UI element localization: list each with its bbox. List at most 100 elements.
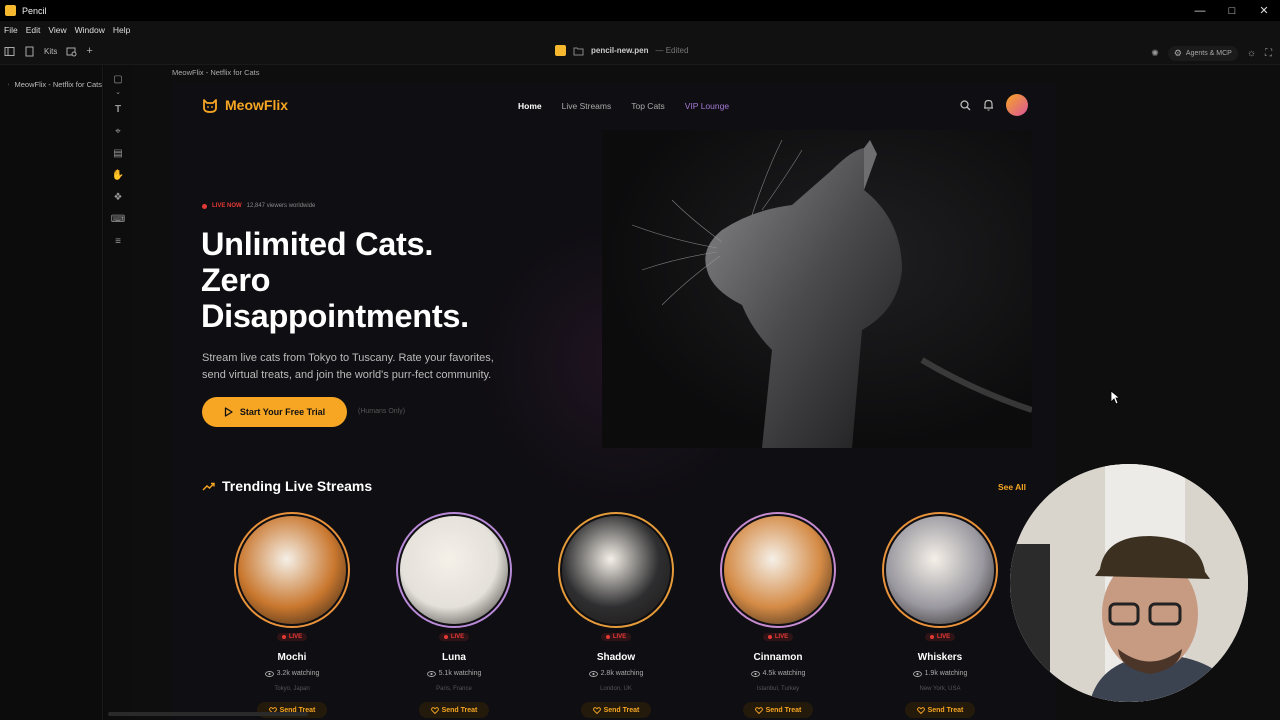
trending-header: Trending Live Streams: [202, 478, 372, 494]
live-badge: LIVE: [880, 633, 1000, 641]
chevron-down-icon[interactable]: ⌄: [112, 86, 124, 98]
sparkle-icon[interactable]: ✺: [1151, 48, 1159, 59]
user-avatar[interactable]: [1006, 94, 1028, 116]
add-icon[interactable]: +: [86, 45, 92, 57]
watching-label: 2.8k watching: [600, 670, 644, 677]
cta-note: (Humans Only): [358, 408, 406, 415]
stream-card[interactable]: LIVE Whiskers 1.9k watching New York, USA Se…: [880, 512, 1000, 720]
meowflix-frame[interactable]: MeowFlix Home Live Streams Top Cats VIP …: [172, 82, 1056, 720]
text-tool-icon[interactable]: T: [112, 103, 124, 115]
horizontal-scrollbar[interactable]: [108, 712, 308, 716]
viewer-count: 12,847 viewers worldwide: [246, 203, 316, 209]
cat-photo-ring[interactable]: [234, 512, 350, 628]
watching-label: 3.2k watching: [276, 670, 320, 677]
window-controls: — □ ✕: [1184, 0, 1280, 21]
cat-photo: [560, 514, 672, 626]
cat-logo-icon: [203, 98, 217, 113]
component-tool-icon[interactable]: ❖: [112, 191, 124, 203]
cat-photo-ring[interactable]: [882, 512, 998, 628]
bell-icon[interactable]: [983, 99, 994, 111]
agents-button[interactable]: ⚙ Agents & MCP: [1167, 46, 1238, 61]
frame-tool-icon[interactable]: ⌖: [112, 125, 124, 137]
heart-icon: [592, 706, 601, 714]
pages-icon[interactable]: [24, 46, 35, 57]
file-name: pencil-new.pen: [591, 46, 649, 55]
logo-text: MeowFlix: [225, 97, 289, 113]
cat-photo-ring[interactable]: [720, 512, 836, 628]
close-icon[interactable]: ✕: [1248, 0, 1280, 21]
folder-icon[interactable]: [573, 46, 584, 56]
webcam-overlay: [1010, 464, 1248, 702]
kits-button[interactable]: Kits: [44, 47, 57, 56]
send-treat-button[interactable]: Send Treat: [419, 702, 489, 718]
nav-home[interactable]: Home: [518, 101, 542, 111]
sidebar-toggle-icon[interactable]: [4, 46, 15, 57]
hand-tool-icon[interactable]: ✋: [112, 169, 124, 181]
stream-card[interactable]: LIVE Cinnamon 4.5k watching Istanbul, Turke…: [718, 512, 838, 720]
watching-label: 1.9k watching: [924, 670, 968, 677]
cat-location: London, UK: [600, 686, 632, 692]
minimize-icon[interactable]: —: [1184, 0, 1216, 21]
settings-sliders-icon[interactable]: ≡: [112, 235, 124, 247]
cat-photo: [236, 514, 348, 626]
rectangle-tool-icon[interactable]: ▢: [112, 73, 124, 85]
layers-panel: MeowFlix - Netflix for Cats: [0, 65, 103, 720]
cat-location: Tokyo, Japan: [274, 686, 310, 692]
eye-icon: [264, 670, 274, 677]
headline-line-3: Disappointments.: [201, 298, 469, 334]
live-badge: LIVE: [394, 633, 514, 641]
site-logo[interactable]: MeowFlix: [202, 97, 288, 113]
subtext-line-2: send virtual treats, and join the world'…: [202, 369, 492, 381]
send-treat-label: Send Treat: [441, 706, 478, 714]
search-icon[interactable]: [960, 99, 971, 111]
site-nav: Home Live Streams Top Cats VIP Lounge: [518, 101, 729, 111]
menu-window[interactable]: Window: [75, 25, 105, 35]
app-toolbar: Kits + pencil-new.pen — Edited ✺ ⚙ Agent…: [0, 39, 1280, 65]
keyboard-icon[interactable]: ⌨: [111, 213, 125, 225]
send-treat-button[interactable]: Send Treat: [743, 702, 813, 718]
cta-label: Start Your Free Trial: [239, 407, 326, 417]
live-indicator: LIVE NOW 12,847 viewers worldwide: [202, 203, 315, 209]
free-trial-button[interactable]: Start Your Free Trial: [202, 397, 347, 427]
cat-photo-ring[interactable]: [558, 512, 674, 628]
fullscreen-icon[interactable]: ⛶: [1265, 48, 1272, 59]
maximize-icon[interactable]: □: [1216, 0, 1248, 21]
menu-help[interactable]: Help: [113, 25, 130, 35]
live-badge-label: LIVE: [774, 634, 789, 640]
send-treat-button[interactable]: Send Treat: [581, 702, 651, 718]
cat-name: Cinnamon: [753, 652, 803, 663]
heart-icon: [916, 706, 925, 714]
menu-edit[interactable]: Edit: [26, 25, 41, 35]
cat-photo: [398, 514, 510, 626]
cat-location: Paris, France: [436, 686, 472, 692]
menu-view[interactable]: View: [48, 25, 66, 35]
note-tool-icon[interactable]: ▤: [112, 147, 124, 159]
stream-card[interactable]: LIVE Mochi 3.2k watching Tokyo, Japan Send T…: [232, 512, 352, 720]
live-badge: LIVE: [556, 633, 676, 641]
theme-toggle-icon[interactable]: ☼: [1247, 48, 1256, 59]
stream-card[interactable]: LIVE Luna 5.1k watching Paris, France Send T…: [394, 512, 514, 720]
gear-icon: ⚙: [1173, 48, 1182, 58]
send-treat-label: Send Treat: [765, 706, 802, 714]
send-treat-button[interactable]: Send Treat: [905, 702, 975, 718]
layer-item-label: MeowFlix - Netflix for Cats: [14, 80, 102, 89]
hero-subtext: Stream live cats from Tokyo to Tuscany. …: [202, 350, 542, 384]
see-all-link[interactable]: See All: [998, 482, 1026, 492]
nav-live-streams[interactable]: Live Streams: [562, 101, 612, 111]
frame-label[interactable]: MeowFlix - Netflix for Cats: [172, 68, 260, 77]
layer-item-meowflix[interactable]: MeowFlix - Netflix for Cats: [8, 80, 102, 89]
components-icon[interactable]: [66, 46, 77, 57]
menu-file[interactable]: File: [4, 25, 18, 35]
cat-silhouette: [631, 139, 1032, 448]
live-badge-label: LIVE: [936, 634, 951, 640]
nav-top-cats[interactable]: Top Cats: [631, 101, 665, 111]
send-treat-label: Send Treat: [927, 706, 964, 714]
stream-card[interactable]: LIVE Shadow 2.8k watching London, UK Send Tr…: [556, 512, 676, 720]
nav-vip-lounge[interactable]: VIP Lounge: [685, 101, 729, 111]
cat-photo-ring[interactable]: [396, 512, 512, 628]
cat-location: New York, USA: [919, 686, 961, 692]
cat-name: Shadow: [596, 652, 636, 663]
watching-count: 4.5k watching: [718, 670, 838, 677]
trending-title: Trending Live Streams: [222, 478, 373, 494]
subtext-line-1: Stream live cats from Tokyo to Tuscany. …: [202, 352, 494, 364]
